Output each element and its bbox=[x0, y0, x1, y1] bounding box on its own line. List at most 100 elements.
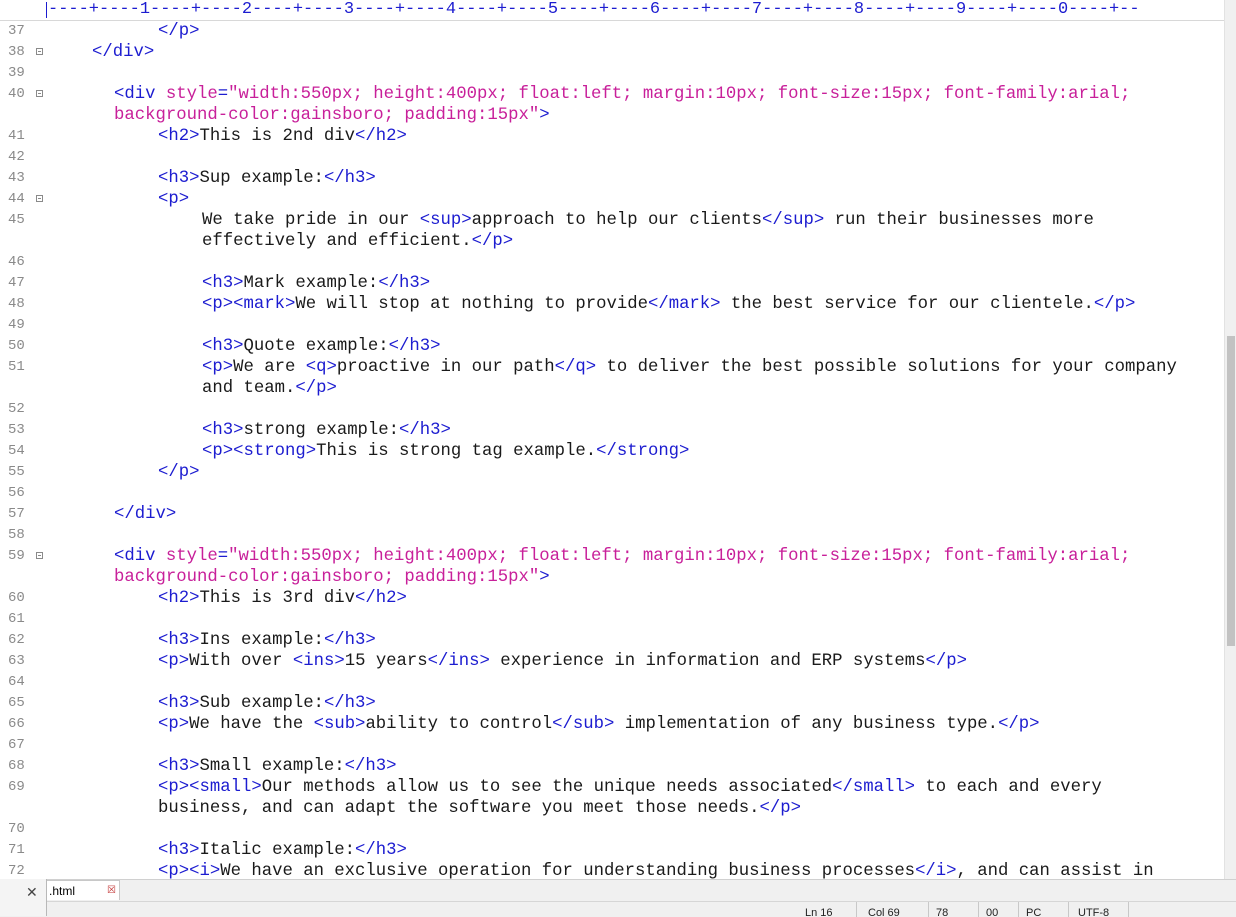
code-line[interactable]: 64 bbox=[0, 672, 1224, 693]
line-number: 40 bbox=[8, 86, 25, 102]
code-text: effectively and efficient.</p> bbox=[202, 231, 513, 252]
code-text: We take pride in our <sup>approach to he… bbox=[202, 210, 1094, 231]
code-line[interactable]: 62 <h3>Ins example:</h3> bbox=[0, 630, 1224, 651]
code-line[interactable]: 41 <h2>This is 2nd div</h2> bbox=[0, 126, 1224, 147]
line-number-gutter: 58 bbox=[0, 525, 44, 546]
code-line[interactable]: background-color:gainsboro; padding:15px… bbox=[0, 567, 1224, 588]
code-line[interactable]: 61 bbox=[0, 609, 1224, 630]
code-text: business, and can adapt the software you… bbox=[158, 798, 801, 819]
text-token: Quote example: bbox=[243, 337, 389, 356]
attribute-value-token: "width:550px; height:400px; float:left; … bbox=[228, 85, 1131, 104]
code-line[interactable]: 63 <p>With over <ins>15 years</ins> exper… bbox=[0, 651, 1224, 672]
line-number-gutter bbox=[0, 798, 44, 819]
line-number-gutter: 56 bbox=[0, 483, 44, 504]
code-line[interactable]: 42 bbox=[0, 147, 1224, 168]
code-line[interactable]: 60 <h2>This is 3rd div</h2> bbox=[0, 588, 1224, 609]
code-line[interactable]: 66 <p>We have the <sub>ability to control… bbox=[0, 714, 1224, 735]
text-token: We have an exclusive operation for under… bbox=[220, 862, 916, 879]
code-line[interactable]: 43 <h3>Sup example:</h3> bbox=[0, 168, 1224, 189]
text-token: Ins example: bbox=[199, 631, 324, 650]
code-line[interactable]: 51 <p>We are <q>proactive in our path</q>… bbox=[0, 357, 1224, 378]
line-number-gutter: 39 bbox=[0, 63, 44, 84]
code-line[interactable]: 53 <h3>strong example:</h3> bbox=[0, 420, 1224, 441]
scrollbar-thumb[interactable] bbox=[1227, 336, 1235, 646]
line-number: 48 bbox=[8, 296, 25, 312]
code-line[interactable]: 72 <p><i>We have an exclusive operation f… bbox=[0, 861, 1224, 879]
line-number: 70 bbox=[8, 821, 25, 837]
code-line[interactable]: 46 bbox=[0, 252, 1224, 273]
code-line[interactable]: 68 <h3>Small example:</h3> bbox=[0, 756, 1224, 777]
column-ruler: ----+----1----+----2----+----3----+----4… bbox=[0, 0, 1224, 21]
code-line[interactable]: 57 </div> bbox=[0, 504, 1224, 525]
html-tag-token: <p> bbox=[158, 715, 190, 734]
code-text: <h3>Sub example:</h3> bbox=[158, 693, 376, 714]
html-tag-token: </h3> bbox=[323, 631, 376, 650]
html-tag-token: </p> bbox=[158, 463, 200, 482]
html-tag-token: <h2> bbox=[158, 127, 200, 146]
code-text: <p>We have the <sub>ability to control</… bbox=[158, 714, 1040, 735]
fold-toggle-icon[interactable] bbox=[36, 90, 43, 97]
text-token: This is strong tag example. bbox=[316, 442, 597, 461]
code-text: <p> bbox=[158, 189, 189, 210]
line-number: 44 bbox=[8, 191, 25, 207]
code-text: <h3>strong example:</h3> bbox=[202, 420, 451, 441]
fold-toggle-icon[interactable] bbox=[36, 552, 43, 559]
code-line[interactable]: 69 <p><small>Our methods allow us to see … bbox=[0, 777, 1224, 798]
html-tag-token: <div bbox=[114, 547, 166, 566]
vertical-scrollbar[interactable] bbox=[1224, 0, 1236, 879]
code-line[interactable]: 52 bbox=[0, 399, 1224, 420]
html-tag-token: <p><mark> bbox=[202, 295, 296, 314]
code-line[interactable]: and team.</p> bbox=[0, 378, 1224, 399]
status-line: Ln 16 bbox=[805, 907, 833, 917]
code-line[interactable]: 65 <h3>Sub example:</h3> bbox=[0, 693, 1224, 714]
code-line[interactable]: 71 <h3>Italic example:</h3> bbox=[0, 840, 1224, 861]
line-number: 55 bbox=[8, 464, 25, 480]
code-line[interactable]: effectively and efficient.</p> bbox=[0, 231, 1224, 252]
attribute-value-token: background-color:gainsboro; padding:15px… bbox=[114, 568, 540, 587]
code-text: <p><small>Our methods allow us to see th… bbox=[158, 777, 1102, 798]
code-line[interactable]: 38 </div> bbox=[0, 42, 1224, 63]
code-text: <h3>Small example:</h3> bbox=[158, 756, 397, 777]
code-line[interactable]: 47 <h3>Mark example:</h3> bbox=[0, 273, 1224, 294]
code-line[interactable]: 37 </p> bbox=[0, 21, 1224, 42]
code-line[interactable]: 45 We take pride in our <sup>approach to … bbox=[0, 210, 1224, 231]
line-number-gutter: 67 bbox=[0, 735, 44, 756]
code-line[interactable]: 40 <div style="width:550px; height:400px;… bbox=[0, 84, 1224, 105]
code-text: <div style="width:550px; height:400px; f… bbox=[114, 84, 1130, 105]
code-text: <h3>Mark example:</h3> bbox=[202, 273, 430, 294]
code-line[interactable]: background-color:gainsboro; padding:15px… bbox=[0, 105, 1224, 126]
code-line[interactable]: 70 bbox=[0, 819, 1224, 840]
code-line[interactable]: 59 <div style="width:550px; height:400px;… bbox=[0, 546, 1224, 567]
line-number: 50 bbox=[8, 338, 25, 354]
fold-toggle-icon[interactable] bbox=[36, 48, 43, 55]
line-number-gutter: 43 bbox=[0, 168, 44, 189]
code-line[interactable]: 44 <p> bbox=[0, 189, 1224, 210]
fold-toggle-icon[interactable] bbox=[36, 195, 43, 202]
html-tag-token: <h3> bbox=[158, 631, 200, 650]
code-line[interactable]: 39 bbox=[0, 63, 1224, 84]
line-number: 72 bbox=[8, 863, 25, 879]
text-token: Sup example: bbox=[199, 169, 324, 188]
line-number-gutter bbox=[0, 231, 44, 252]
close-tab-icon[interactable]: ☒ bbox=[107, 881, 116, 901]
text-token: ability to control bbox=[365, 715, 553, 734]
code-line[interactable]: 54 <p><strong>This is strong tag example.… bbox=[0, 441, 1224, 462]
code-line[interactable]: 56 bbox=[0, 483, 1224, 504]
code-text: and team.</p> bbox=[202, 378, 337, 399]
line-number-gutter: 55 bbox=[0, 462, 44, 483]
code-line[interactable]: 67 bbox=[0, 735, 1224, 756]
code-text: <p>With over <ins>15 years</ins> experie… bbox=[158, 651, 967, 672]
code-line[interactable]: 48 <p><mark>We will stop at nothing to pr… bbox=[0, 294, 1224, 315]
document-tab[interactable]: .html ☒ bbox=[44, 880, 120, 900]
html-tag-token: </h3> bbox=[355, 841, 407, 860]
line-number: 59 bbox=[8, 548, 25, 564]
code-text: <h3>Italic example:</h3> bbox=[158, 840, 407, 861]
code-line[interactable]: 58 bbox=[0, 525, 1224, 546]
code-line[interactable]: 49 bbox=[0, 315, 1224, 336]
code-editor[interactable]: 37 </p> 38 </div> 39 40 <div style="width:550p… bbox=[0, 21, 1224, 879]
text-token: We have the bbox=[189, 715, 314, 734]
code-line[interactable]: business, and can adapt the software you… bbox=[0, 798, 1224, 819]
code-line[interactable]: 50 <h3>Quote example:</h3> bbox=[0, 336, 1224, 357]
code-line[interactable]: 55 </p> bbox=[0, 462, 1224, 483]
close-panel-button[interactable]: ✕ bbox=[0, 879, 47, 916]
